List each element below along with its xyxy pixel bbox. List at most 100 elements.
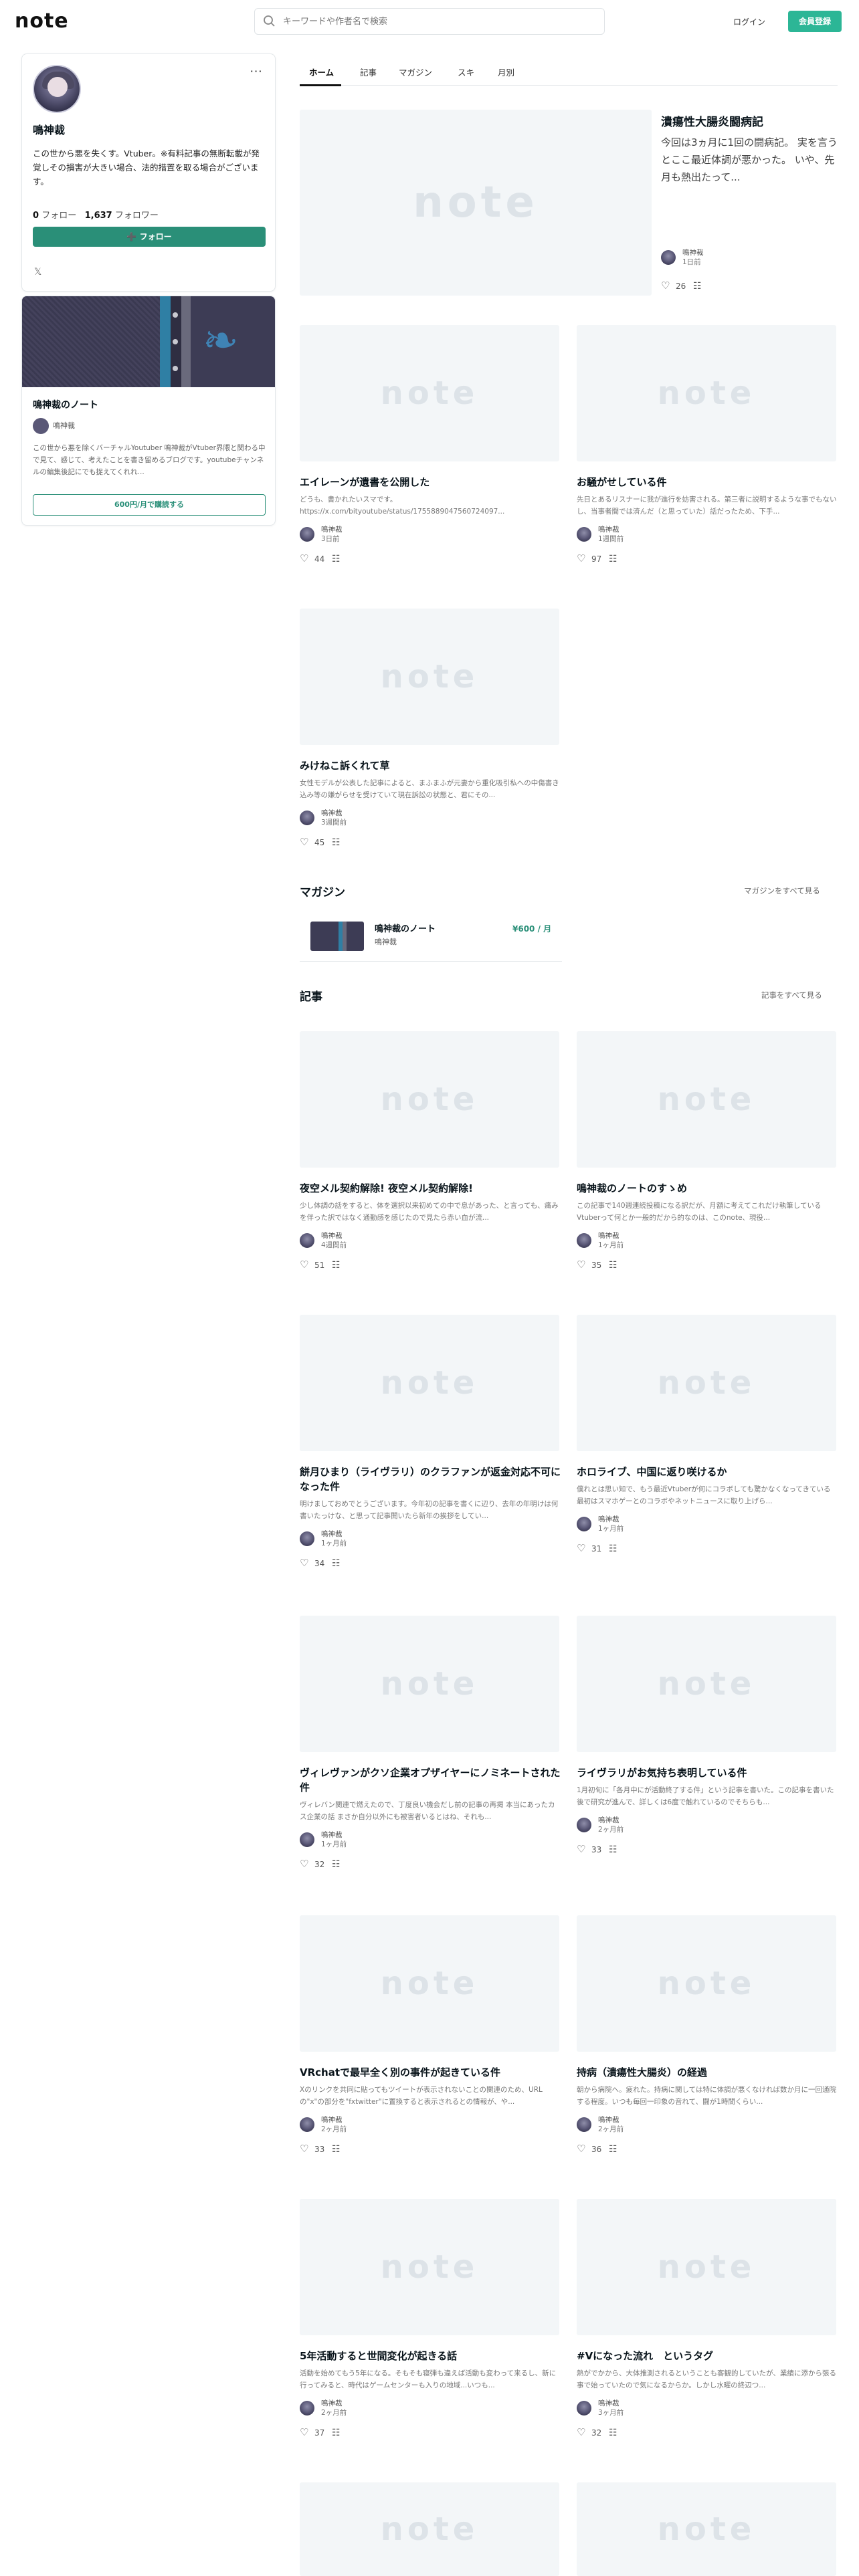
note-logo[interactable]: note: [15, 9, 69, 33]
note-thumbnail[interactable]: note: [300, 2199, 559, 2335]
signup-button[interactable]: 会員登録: [788, 11, 842, 32]
note-thumbnail[interactable]: note: [577, 325, 836, 461]
note-thumbnail[interactable]: note: [300, 1031, 559, 1168]
note-author[interactable]: 鳴神裁 1ヶ月前: [577, 1515, 710, 1534]
heart-icon[interactable]: ♡: [300, 2143, 312, 2155]
x-icon[interactable]: 𝕏: [34, 267, 41, 278]
note-thumbnail[interactable]: note: [577, 1915, 836, 2052]
note-thumbnail[interactable]: note: [300, 1915, 559, 2052]
bookmark-icon[interactable]: ☷: [332, 1558, 341, 1569]
note-author[interactable]: 鳴神裁 2ヶ月前: [577, 1816, 710, 1835]
note-author[interactable]: 鳴神裁 3ヶ月前: [577, 2399, 710, 2418]
magazines-see-all-link[interactable]: マガジンをすべて見る: [744, 885, 820, 896]
heart-icon[interactable]: ♡: [577, 1542, 589, 1554]
bookmark-icon[interactable]: ☷: [332, 1859, 341, 1870]
sidebar-magazine-title[interactable]: 鳴神裁のノート: [33, 398, 98, 411]
note-author[interactable]: 鳴神裁 4週間前: [300, 1232, 434, 1251]
follower-label[interactable]: フォロワー: [115, 211, 159, 221]
note-thumbnail[interactable]: note: [577, 2199, 836, 2335]
follow-button[interactable]: ➕ フォロー: [33, 227, 266, 247]
tab-monthly[interactable]: 月別: [498, 66, 514, 78]
note-thumbnail[interactable]: note: [300, 1315, 559, 1451]
heart-icon[interactable]: ♡: [300, 1557, 312, 1569]
search-input[interactable]: [283, 14, 591, 29]
heart-icon[interactable]: ♡: [661, 280, 673, 292]
author-name: 鳴神裁: [682, 249, 704, 257]
tab-likes[interactable]: スキ: [458, 66, 474, 78]
tab-magazines[interactable]: マガジン: [399, 66, 432, 78]
note-title[interactable]: ヴィレヴァンがクソ企業オプザイヤーにノミネートされた件: [300, 1765, 561, 1795]
avatar[interactable]: [33, 65, 81, 113]
note-author[interactable]: 鳴神裁 1週間前: [577, 526, 710, 544]
heart-icon[interactable]: ♡: [300, 1259, 312, 1271]
note-title[interactable]: 餅月ひまり（ライヴラリ）のクラファンが返金対応不可になった件: [300, 1465, 561, 1494]
featured-title[interactable]: 潰瘍性大腸炎闘病記: [661, 112, 763, 129]
follower-count[interactable]: 1,637: [85, 211, 112, 221]
sidebar-magazine-card[interactable]: ❧ 鳴神裁のノート 鳴神裁 この世から悪を除くバーチャルYoutuber 鳴神裁…: [21, 296, 276, 526]
heart-icon[interactable]: ♡: [300, 1858, 312, 1870]
more-icon[interactable]: ···: [250, 64, 262, 80]
note-author[interactable]: 鳴神裁 3日前: [300, 526, 434, 544]
note-title[interactable]: みけねこ訴くれて草: [300, 758, 561, 773]
note-author[interactable]: 鳴神裁 1ヶ月前: [577, 1232, 710, 1251]
note-author[interactable]: 鳴神裁 1ヶ月前: [300, 1831, 434, 1850]
search-box[interactable]: [254, 8, 605, 35]
note-author[interactable]: 鳴神裁 2ヶ月前: [300, 2116, 434, 2135]
heart-icon[interactable]: ♡: [300, 552, 312, 564]
featured-author[interactable]: 鳴神裁 1日前: [661, 249, 795, 267]
profile-name[interactable]: 鳴神裁: [33, 121, 65, 137]
note-title[interactable]: 夜空メル契約解除! 夜空メル契約解除!: [300, 1181, 561, 1196]
note-title[interactable]: 持病（潰瘍性大腸炎）の経過: [577, 2065, 838, 2080]
note-author[interactable]: 鳴神裁 2ヶ月前: [300, 2399, 434, 2418]
heart-icon[interactable]: ♡: [577, 2143, 589, 2155]
note-title[interactable]: #Vになった流れ というタグ: [577, 2349, 838, 2363]
featured-thumbnail[interactable]: note: [300, 110, 652, 296]
bookmark-icon[interactable]: ☷: [332, 2144, 341, 2155]
magazine-list-item[interactable]: 鳴神裁のノート 鳴神裁 ¥600 / 月: [300, 915, 562, 962]
note-thumbnail[interactable]: note: [577, 2482, 836, 2576]
note-title[interactable]: 鳴神裁のノートのすゝめ: [577, 1181, 838, 1196]
bookmark-icon[interactable]: ☷: [332, 837, 341, 848]
bookmark-icon[interactable]: ☷: [609, 2428, 617, 2438]
note-title[interactable]: お騒がせしている件: [577, 475, 838, 490]
bookmark-icon[interactable]: ☷: [693, 281, 702, 292]
heart-icon[interactable]: ♡: [300, 2426, 312, 2438]
note-author[interactable]: 鳴神裁 1ヶ月前: [300, 1530, 434, 1549]
bookmark-icon[interactable]: ☷: [609, 1543, 617, 1554]
bookmark-icon[interactable]: ☷: [609, 1844, 617, 1855]
follow-count[interactable]: 0: [33, 211, 39, 221]
note-title[interactable]: 5年活動すると世間変化が起きる話: [300, 2349, 561, 2363]
note-author[interactable]: 鳴神裁 3週間前: [300, 809, 434, 828]
bookmark-icon[interactable]: ☷: [609, 554, 617, 564]
note-thumbnail[interactable]: note: [300, 609, 559, 745]
note-title[interactable]: エイレーンが遺書を公開した: [300, 475, 561, 490]
note-thumbnail[interactable]: note: [577, 1031, 836, 1168]
note-author[interactable]: 鳴神裁 2ヶ月前: [577, 2116, 710, 2135]
note-thumbnail[interactable]: note: [577, 1616, 836, 1752]
heart-icon[interactable]: ♡: [577, 552, 589, 564]
note-thumbnail[interactable]: note: [300, 1616, 559, 1752]
articles-see-all-link[interactable]: 記事をすべて見る: [761, 990, 822, 1000]
follow-label[interactable]: フォロー: [41, 211, 76, 221]
heart-icon[interactable]: ♡: [300, 836, 312, 848]
bookmark-icon[interactable]: ☷: [332, 554, 341, 564]
magazine-title[interactable]: 鳴神裁のノート: [375, 922, 436, 934]
bookmark-icon[interactable]: ☷: [332, 1260, 341, 1271]
bookmark-icon[interactable]: ☷: [609, 1260, 617, 1271]
tab-home[interactable]: ホーム: [309, 66, 334, 78]
note-title[interactable]: VRchatで最早全く別の事件が起きている件: [300, 2065, 561, 2080]
heart-icon[interactable]: ♡: [577, 1259, 589, 1271]
heart-icon[interactable]: ♡: [577, 1843, 589, 1855]
avatar: [300, 2117, 314, 2132]
heart-icon[interactable]: ♡: [577, 2426, 589, 2438]
subscribe-button[interactable]: 600円/月で購読する: [33, 494, 266, 516]
note-thumbnail[interactable]: note: [577, 1315, 836, 1451]
note-thumbnail[interactable]: note: [300, 325, 559, 461]
bookmark-icon[interactable]: ☷: [609, 2144, 617, 2155]
login-link[interactable]: ログイン: [733, 16, 765, 27]
note-thumbnail[interactable]: note: [300, 2482, 559, 2576]
note-title[interactable]: ライヴラリがお気持ち表明している件: [577, 1765, 838, 1780]
note-title[interactable]: ホロライブ、中国に返り咲けるか: [577, 1465, 838, 1479]
tab-articles[interactable]: 記事: [360, 66, 377, 78]
bookmark-icon[interactable]: ☷: [332, 2428, 341, 2438]
